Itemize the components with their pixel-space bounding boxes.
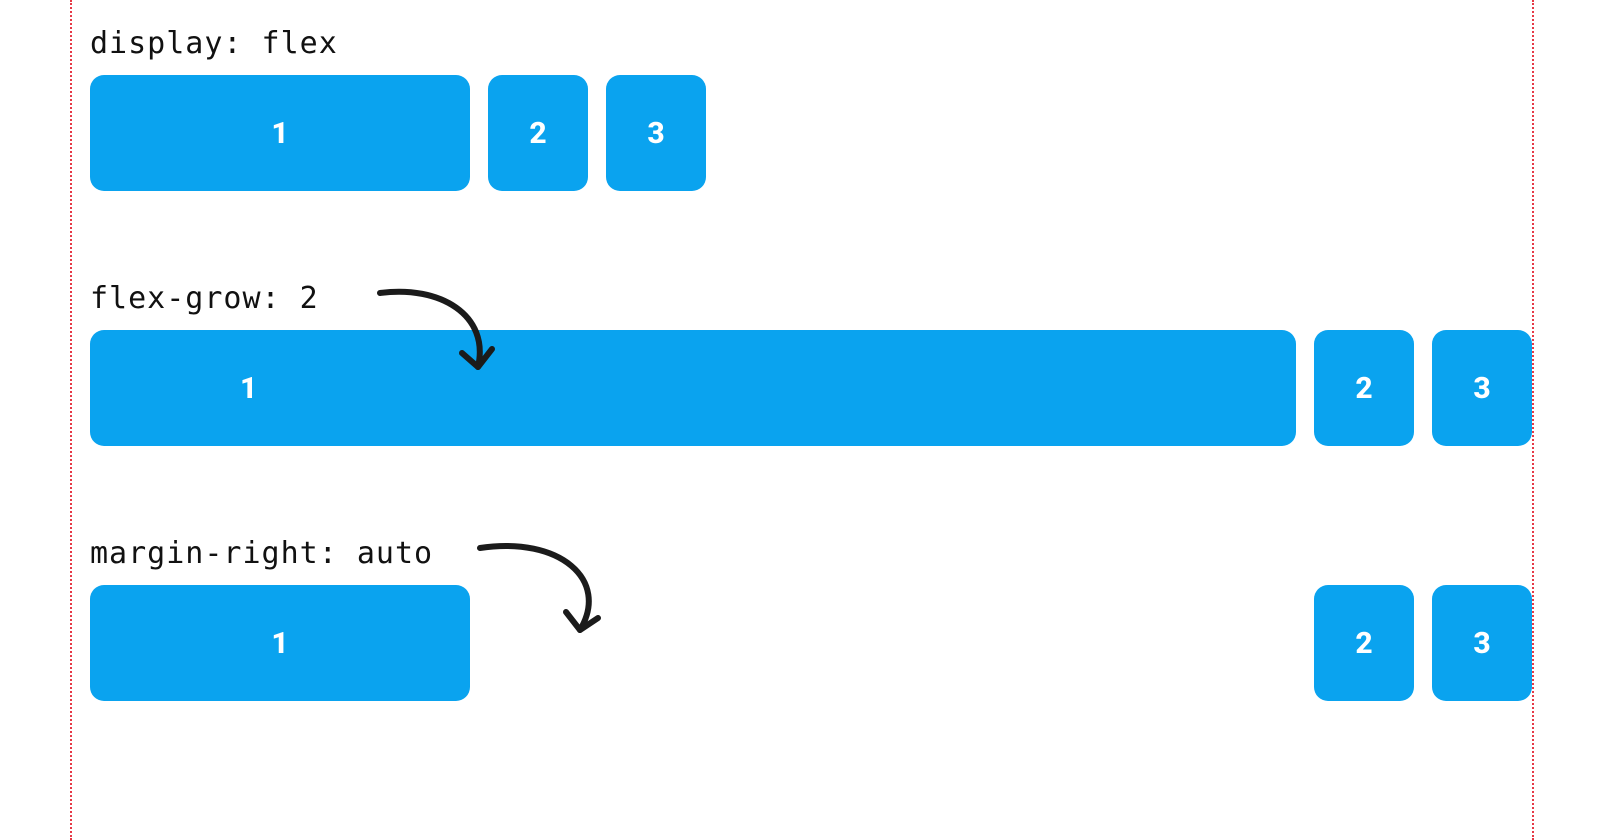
- example-label: flex-grow: 2: [90, 281, 1532, 316]
- example-label: margin-right: auto: [90, 536, 1532, 571]
- flex-row: 1 2 3: [90, 585, 1532, 701]
- flex-item-number: 3: [647, 116, 664, 151]
- example-display-flex: display: flex 1 2 3: [90, 26, 1532, 191]
- flex-item: 3: [1432, 330, 1532, 446]
- flex-item-number: 1: [124, 116, 436, 151]
- example-flex-grow: flex-grow: 2 1 2 3: [90, 281, 1532, 446]
- flex-item-number: 1: [124, 626, 436, 661]
- flex-item: 3: [606, 75, 706, 191]
- flex-row: 1 2 3: [90, 75, 1532, 191]
- flex-item-number: 2: [1355, 626, 1372, 661]
- flex-item-number: 2: [1355, 371, 1372, 406]
- flex-row: 1 2 3: [90, 330, 1532, 446]
- diagram-stage: display: flex 1 2 3 flex-grow: 2 1 2 3 m…: [70, 26, 1532, 791]
- flex-item-number: 2: [529, 116, 546, 151]
- flex-item: 2: [488, 75, 588, 191]
- flex-item-grow: 1: [90, 330, 1296, 446]
- example-margin-right-auto: margin-right: auto 1 2 3: [90, 536, 1532, 701]
- flex-item-number: 3: [1473, 626, 1490, 661]
- flex-item: 3: [1432, 585, 1532, 701]
- flex-item-margin-auto: 1: [90, 585, 470, 701]
- example-label: display: flex: [90, 26, 1532, 61]
- flex-item-number: 1: [240, 371, 257, 406]
- guide-line-right: [1532, 0, 1534, 840]
- flex-item: 1: [90, 75, 470, 191]
- flex-item-number: 3: [1473, 371, 1490, 406]
- flex-item: 2: [1314, 330, 1414, 446]
- flex-item: 2: [1314, 585, 1414, 701]
